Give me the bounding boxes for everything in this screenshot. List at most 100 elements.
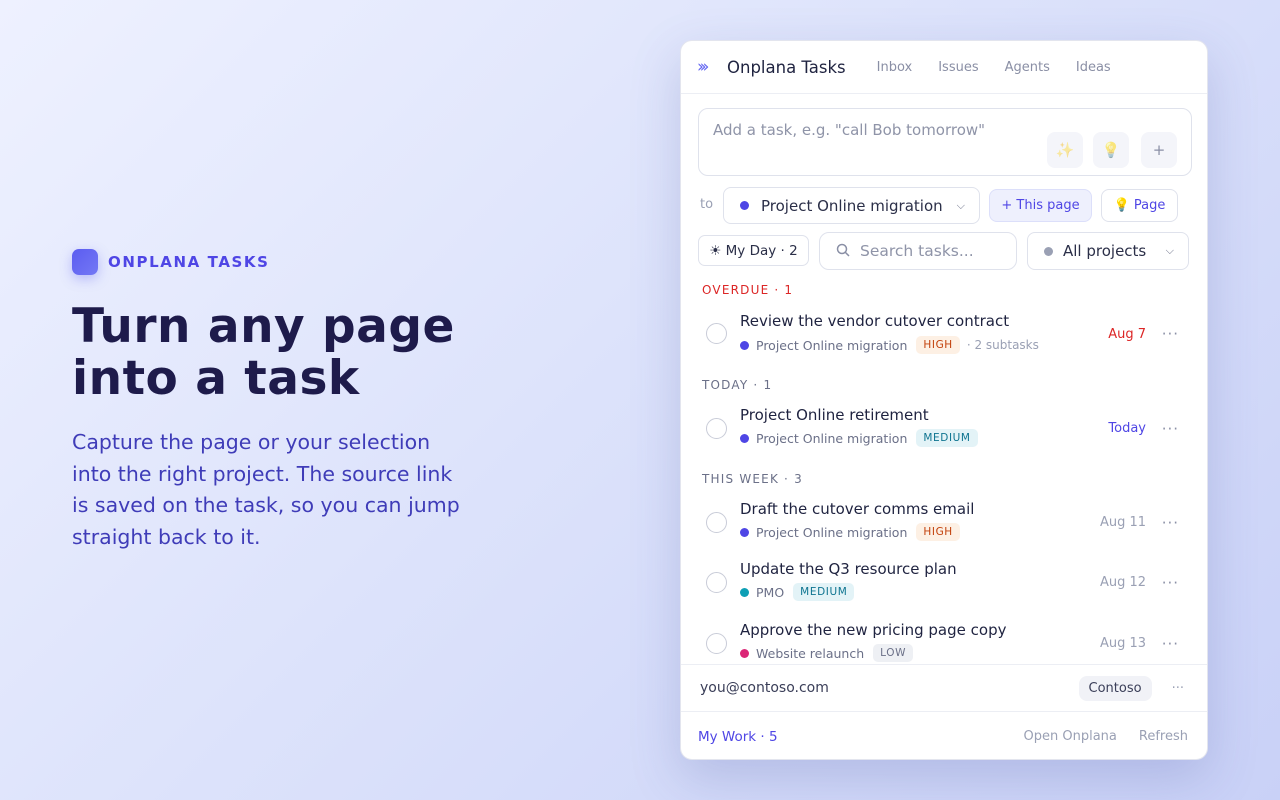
task-title: Update the Q3 resource plan bbox=[740, 560, 957, 578]
project-color-dot bbox=[740, 587, 749, 597]
my-work-link[interactable]: My Work · 5 bbox=[698, 729, 778, 745]
task-row[interactable]: Draft the cutover comms email Project On… bbox=[681, 492, 1207, 550]
this-page-label: + This page bbox=[1001, 198, 1080, 213]
brand-logo bbox=[72, 249, 98, 275]
search-icon bbox=[836, 242, 850, 261]
task-checkbox[interactable] bbox=[706, 512, 727, 533]
add-task-button[interactable]: + bbox=[1141, 132, 1177, 168]
add-task-input[interactable] bbox=[713, 121, 1033, 139]
project-color-dot bbox=[740, 201, 749, 210]
task-due-date: Aug 7 bbox=[1108, 327, 1146, 342]
my-day-label: ☀ My Day · 2 bbox=[709, 242, 798, 259]
project-color-dot bbox=[740, 648, 749, 658]
task-project: Project Online migration bbox=[756, 337, 908, 353]
lightbulb-icon: 💡 bbox=[1101, 141, 1121, 159]
project-filter-value: All projects bbox=[1063, 242, 1147, 260]
task-row[interactable]: Approve the new pricing page copy Websit… bbox=[681, 613, 1207, 664]
task-meta: PMO MEDIUM bbox=[740, 583, 855, 601]
hero-section: ONPLANA TASKS Turn any page into a task … bbox=[72, 249, 492, 553]
task-project: Project Online migration bbox=[756, 430, 908, 446]
priority-badge: MEDIUM bbox=[916, 429, 978, 447]
to-label: to bbox=[700, 197, 714, 212]
app-title: Onplana Tasks bbox=[727, 57, 846, 77]
subtask-count: · 2 subtasks bbox=[966, 338, 1039, 352]
all-projects-dot bbox=[1044, 246, 1053, 256]
refresh-link[interactable]: Refresh bbox=[1139, 729, 1188, 744]
task-more-button[interactable]: ··· bbox=[1162, 574, 1179, 592]
task-title: Review the vendor cutover contract bbox=[740, 312, 1010, 330]
task-row[interactable]: Project Online retirement Project Online… bbox=[681, 398, 1207, 456]
section-overdue: OVERDUE · 1 bbox=[702, 283, 794, 297]
project-color-dot bbox=[740, 433, 749, 443]
tasks-popup-panel: ››› Onplana Tasks Inbox Issues Agents Id… bbox=[680, 40, 1208, 760]
task-due-date: Aug 11 bbox=[1099, 515, 1146, 530]
task-title: Draft the cutover comms email bbox=[740, 500, 975, 518]
panel-header: ››› Onplana Tasks Inbox Issues Agents Id… bbox=[681, 41, 1207, 94]
task-project: PMO bbox=[756, 584, 785, 600]
add-task-box: ✨ 💡 + bbox=[698, 108, 1192, 176]
search-box bbox=[819, 232, 1017, 270]
page-idea-button[interactable]: 💡 Page bbox=[1101, 189, 1178, 222]
hero-desc-line: straight back to it. bbox=[72, 524, 261, 549]
section-this-week: THIS WEEK · 3 bbox=[702, 472, 803, 486]
account-email: you@contoso.com bbox=[700, 680, 829, 696]
project-select[interactable]: Project Online migration ⌵ bbox=[723, 187, 980, 224]
project-color-dot bbox=[740, 340, 749, 350]
account-row: you@contoso.com Contoso ··· bbox=[681, 664, 1207, 712]
priority-badge: HIGH bbox=[916, 523, 960, 541]
this-page-button[interactable]: + This page bbox=[989, 189, 1092, 222]
project-color-dot bbox=[740, 527, 749, 537]
section-today: TODAY · 1 bbox=[702, 378, 773, 392]
tab-agents[interactable]: Agents bbox=[1005, 60, 1050, 75]
brand-row: ONPLANA TASKS bbox=[72, 249, 492, 275]
task-due-date: Aug 13 bbox=[1099, 636, 1146, 651]
priority-badge: MEDIUM bbox=[793, 583, 855, 601]
task-checkbox[interactable] bbox=[706, 418, 727, 439]
hero-desc-line: is saved on the task, so you can jump bbox=[72, 493, 460, 517]
task-more-button[interactable]: ··· bbox=[1162, 514, 1179, 532]
open-onplana-link[interactable]: Open Onplana bbox=[1024, 729, 1117, 744]
task-more-button[interactable]: ··· bbox=[1162, 420, 1179, 438]
task-meta: Website relaunch LOW bbox=[740, 644, 914, 662]
hero-title-line: Turn any page bbox=[72, 299, 455, 354]
tab-issues[interactable]: Issues bbox=[938, 60, 978, 75]
task-due-date: Aug 12 bbox=[1099, 575, 1146, 590]
my-day-filter[interactable]: ☀ My Day · 2 bbox=[698, 235, 809, 266]
chevrons-right-icon: ››› bbox=[697, 57, 709, 77]
chevron-down-icon: ⌵ bbox=[1165, 244, 1174, 257]
tab-ideas[interactable]: Ideas bbox=[1076, 60, 1111, 75]
hero-desc-line: into the right project. The source link bbox=[72, 461, 453, 486]
task-project: Project Online migration bbox=[756, 524, 908, 540]
panel-footer: My Work · 5 Open Onplana Refresh bbox=[681, 712, 1207, 759]
task-due-date: Today bbox=[1108, 421, 1146, 436]
task-more-button[interactable]: ··· bbox=[1162, 635, 1179, 653]
task-project: Website relaunch bbox=[756, 645, 865, 661]
hero-title-line: into a task bbox=[72, 351, 360, 406]
task-row[interactable]: Review the vendor cutover contract Proje… bbox=[681, 303, 1207, 361]
page-idea-label: 💡 Page bbox=[1113, 198, 1166, 213]
task-checkbox[interactable] bbox=[706, 633, 727, 654]
task-checkbox[interactable] bbox=[706, 572, 727, 593]
idea-button[interactable]: 💡 bbox=[1093, 132, 1129, 168]
task-meta: Project Online migration HIGH · 2 subtas… bbox=[740, 336, 1039, 354]
chevron-down-icon: ⌵ bbox=[956, 198, 965, 212]
project-filter-select[interactable]: All projects ⌵ bbox=[1027, 232, 1189, 270]
task-more-button[interactable]: ··· bbox=[1162, 325, 1179, 343]
task-checkbox[interactable] bbox=[706, 323, 727, 344]
ai-sparkle-button[interactable]: ✨ bbox=[1047, 132, 1083, 168]
priority-badge: LOW bbox=[873, 644, 914, 662]
tab-inbox[interactable]: Inbox bbox=[877, 60, 913, 75]
task-row[interactable]: Update the Q3 resource plan PMO MEDIUM A… bbox=[681, 552, 1207, 610]
task-meta: Project Online migration MEDIUM bbox=[740, 429, 978, 447]
brand-name: ONPLANA TASKS bbox=[108, 253, 270, 271]
org-badge[interactable]: Contoso bbox=[1078, 675, 1152, 701]
account-more-button[interactable]: ··· bbox=[1172, 681, 1184, 696]
task-title: Project Online retirement bbox=[740, 406, 929, 424]
search-input[interactable] bbox=[860, 242, 1005, 260]
sparkle-icon: ✨ bbox=[1055, 141, 1075, 159]
task-meta: Project Online migration HIGH bbox=[740, 523, 960, 541]
project-select-value: Project Online migration bbox=[761, 196, 943, 215]
task-list: OVERDUE · 1 Review the vendor cutover co… bbox=[681, 281, 1207, 664]
hero-desc-line: Capture the page or your selection bbox=[72, 430, 431, 454]
footer-links: Open Onplana Refresh bbox=[1002, 729, 1188, 744]
